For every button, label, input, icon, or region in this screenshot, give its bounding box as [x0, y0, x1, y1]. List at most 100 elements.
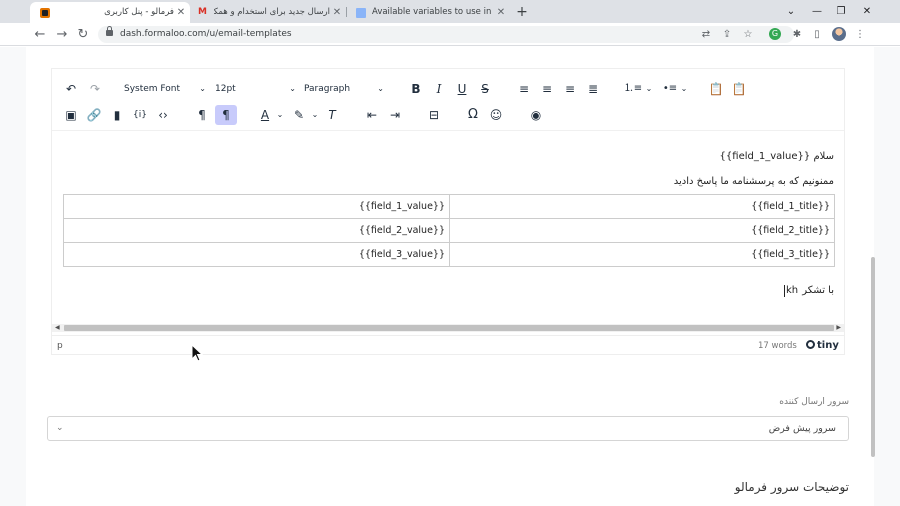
table-cell-title[interactable]: {{field_1_title}}: [751, 195, 830, 219]
underline-button[interactable]: U: [452, 79, 472, 99]
restore-icon[interactable]: ❐: [830, 0, 852, 23]
page-viewport: ↶ ↷ System Font ⌄ 12pt ⌄ Paragraph ⌄ B I…: [0, 47, 900, 506]
page-gutter-left: [0, 47, 26, 506]
bookmark-star-icon[interactable]: ☆: [741, 26, 755, 43]
page-scrollbar[interactable]: [871, 257, 875, 457]
source-code-icon[interactable]: ‹›: [153, 105, 173, 125]
highlight-color-icon[interactable]: ✎: [289, 105, 309, 125]
menu-kebab-icon[interactable]: ⋮: [853, 27, 867, 42]
greeting-line[interactable]: سلام {{field_1_value}}: [720, 151, 834, 162]
sender-server-label: سرور ارسال کننده: [779, 397, 849, 407]
address-bar[interactable]: dash.formaloo.com/u/email-templates ⇄ ⇪ …: [98, 26, 794, 43]
align-justify-icon[interactable]: ≣: [583, 79, 603, 99]
text-color-icon[interactable]: A: [255, 105, 275, 125]
undo-icon[interactable]: ↶: [61, 79, 81, 99]
indent-icon[interactable]: ⇥: [385, 105, 405, 125]
close-icon[interactable]: ✕: [496, 2, 506, 23]
numbered-list-icon[interactable]: ⒈≡: [623, 79, 643, 99]
mouse-cursor-icon: [191, 344, 203, 362]
align-left-icon[interactable]: ≡: [514, 79, 534, 99]
link-icon[interactable]: 🔗: [84, 105, 104, 125]
formaloo-icon: [40, 8, 50, 18]
editor-horizontal-scrollbar[interactable]: ◀ ▶: [52, 324, 844, 332]
thanks-line[interactable]: ممنونیم که به پرسشنامه ما پاسخ دادید: [674, 176, 834, 187]
table-cell-value[interactable]: {{field_1_value}}: [359, 195, 445, 219]
italic-button[interactable]: I: [429, 79, 449, 99]
ltr-direction-icon[interactable]: ¶: [192, 105, 212, 125]
bold-button[interactable]: B: [406, 79, 426, 99]
font-family-value: System Font: [124, 84, 181, 94]
scroll-right-icon[interactable]: ▶: [836, 324, 841, 332]
extension-grammarly-icon[interactable]: G: [769, 28, 781, 40]
chevron-down-icon[interactable]: ⌄: [274, 105, 286, 125]
align-center-icon[interactable]: ≡: [537, 79, 557, 99]
tiny-logo[interactable]: tiny: [806, 336, 839, 356]
paste-text-icon[interactable]: 📋: [729, 79, 749, 99]
rtl-direction-icon[interactable]: ¶: [215, 105, 237, 125]
emoticons-icon[interactable]: ☺: [486, 105, 506, 125]
close-icon[interactable]: ✕: [332, 2, 342, 23]
tab-search-icon[interactable]: ⌄: [780, 0, 802, 23]
table-row[interactable]: {{field_3_title}} {{field_3_value}}: [64, 243, 834, 267]
block-format-select[interactable]: Paragraph ⌄: [304, 79, 386, 99]
lock-icon[interactable]: [106, 26, 113, 36]
minimize-icon[interactable]: —: [806, 0, 828, 23]
align-right-icon[interactable]: ≡: [560, 79, 580, 99]
page-gutter-right: [874, 47, 900, 506]
element-path[interactable]: p: [57, 336, 63, 356]
chevron-down-icon: ⌄: [199, 84, 206, 93]
clear-formatting-icon[interactable]: T: [322, 105, 342, 125]
bookmark-icon[interactable]: ▮: [107, 105, 127, 125]
chevron-down-icon[interactable]: ⌄: [309, 105, 321, 125]
font-size-select[interactable]: 12pt ⌄: [215, 79, 298, 99]
special-character-button[interactable]: Ω: [463, 105, 483, 125]
table-row[interactable]: {{field_1_title}} {{field_1_value}}: [64, 195, 834, 219]
scroll-left-icon[interactable]: ◀: [55, 324, 60, 332]
closing-line[interactable]: با تشکر: [802, 285, 834, 296]
back-icon[interactable]: ←: [32, 23, 48, 46]
tab-gmail[interactable]: M ارسال جدید برای استخدام و همکاری ✕: [190, 2, 345, 23]
template-variable-icon[interactable]: {i}: [130, 105, 150, 125]
paste-icon[interactable]: 📋: [706, 79, 726, 99]
sender-server-select[interactable]: سرور پیش فرض ⌄: [47, 416, 849, 441]
new-tab-button[interactable]: +: [514, 2, 530, 22]
redo-icon[interactable]: ↷: [85, 79, 105, 99]
word-count[interactable]: 17 words: [758, 336, 797, 356]
chevron-down-icon: ⌄: [289, 84, 296, 93]
table-cell-value[interactable]: {{field_3_value}}: [359, 243, 445, 267]
block-format-value: Paragraph: [304, 84, 351, 94]
extensions-puzzle-icon[interactable]: ✱: [790, 27, 804, 42]
table-row[interactable]: {{field_2_title}} {{field_2_value}}: [64, 219, 834, 243]
server-description-title: توضیحات سرور فرمالو: [734, 480, 849, 494]
tab-available-variables[interactable]: Available variables to use in custo ✕: [350, 2, 510, 23]
browser-toolbar: ← → ↻ dash.formaloo.com/u/email-template…: [0, 23, 900, 46]
page-break-icon[interactable]: ⊟: [424, 105, 444, 125]
variables-table[interactable]: {{field_1_title}} {{field_1_value}} {{fi…: [63, 194, 835, 267]
profile-avatar[interactable]: [832, 27, 846, 41]
tiny-logo-icon: [806, 340, 815, 349]
share-icon[interactable]: ⇪: [720, 26, 734, 43]
url-text[interactable]: dash.formaloo.com/u/email-templates: [120, 26, 292, 43]
close-icon[interactable]: ✕: [176, 2, 186, 23]
translate-icon[interactable]: ⇄: [699, 26, 713, 43]
window-close-icon[interactable]: ✕: [856, 0, 878, 23]
table-cell-title[interactable]: {{field_3_title}}: [751, 243, 830, 267]
forward-icon[interactable]: →: [54, 23, 70, 46]
chevron-down-icon[interactable]: ⌄: [678, 79, 690, 99]
scrollbar-thumb[interactable]: [64, 325, 834, 331]
table-cell-title[interactable]: {{field_2_title}}: [751, 219, 830, 243]
font-family-select[interactable]: System Font ⌄: [124, 79, 208, 99]
bullet-list-icon[interactable]: •≡: [660, 79, 680, 99]
outdent-icon[interactable]: ⇤: [362, 105, 382, 125]
side-panel-icon[interactable]: ▯: [810, 27, 824, 42]
tab-formaloo-panel[interactable]: فرمالو - پنل کاربری ✕: [30, 2, 190, 23]
reload-icon[interactable]: ↻: [75, 23, 91, 46]
closing-typed-text[interactable]: kh: [786, 285, 798, 296]
strikethrough-button[interactable]: S: [475, 79, 495, 99]
table-cell-value[interactable]: {{field_2_value}}: [359, 219, 445, 243]
preview-eye-icon[interactable]: ◉: [526, 105, 546, 125]
chevron-down-icon[interactable]: ⌄: [643, 79, 655, 99]
image-icon[interactable]: ▣: [61, 105, 81, 125]
editor-content-area[interactable]: سلام {{field_1_value}} ممنونیم که به پرس…: [52, 131, 844, 325]
tab-separator: [346, 7, 347, 17]
